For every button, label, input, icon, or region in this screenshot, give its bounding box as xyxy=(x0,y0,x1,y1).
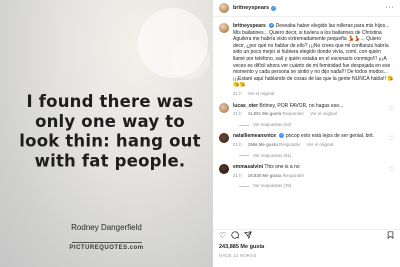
comment-time[interactable]: 21 h xyxy=(233,142,242,147)
header-username[interactable]: britneyspears xyxy=(233,5,269,12)
comment-time[interactable]: 21 h xyxy=(233,173,242,178)
heart-icon[interactable]: ♡ xyxy=(219,231,226,241)
view-replies[interactable]: Ver respuestas (61) xyxy=(239,153,400,160)
action-bar: ♡ xyxy=(213,229,400,242)
view-replies[interactable]: Ver respuestas (64) xyxy=(239,122,400,129)
comment: lucas_oter Britney, POR FAVOR, no hagas … xyxy=(213,98,400,118)
caption-time[interactable]: 21 h xyxy=(233,91,242,96)
view-replies-label[interactable]: Ver respuestas (64) xyxy=(253,122,291,129)
post-sidebar: britneyspears ✓ ··· britneyspears ✓ Dese… xyxy=(213,0,400,267)
comment-time[interactable]: 21 h xyxy=(233,111,242,116)
view-replies[interactable]: Ver respuestas (78) xyxy=(239,183,400,190)
comment-icon[interactable] xyxy=(231,230,240,242)
translation-link[interactable]: Ver el original xyxy=(248,91,275,96)
comment-text: pocop esto está lejos de ser genial, bri… xyxy=(285,133,374,140)
watermark: PICTUREQUOTES.com xyxy=(0,242,213,251)
likes-count[interactable]: 243,885 Me gusta xyxy=(219,244,264,251)
quote-line: look thin: hang out xyxy=(19,131,201,151)
caption-username[interactable]: britneyspears xyxy=(233,23,266,29)
avatar[interactable] xyxy=(219,164,229,175)
comment-likes[interactable]: 18.830 Me gusta xyxy=(248,173,282,178)
view-replies-label[interactable]: Ver respuestas (78) xyxy=(253,183,291,190)
comment-like-icon[interactable]: ♡ xyxy=(389,167,394,174)
quote-line: only one way to xyxy=(35,111,185,131)
comment: natalliemeansnice ✓ pocop esto está lejo… xyxy=(213,128,400,148)
bookmark-icon[interactable] xyxy=(387,230,394,242)
avatar[interactable] xyxy=(219,102,229,113)
avatar[interactable] xyxy=(219,133,229,144)
post-date[interactable]: HACE 21 HORAS xyxy=(219,253,256,260)
comment-likes[interactable]: 11.501 Me gusta xyxy=(248,111,281,116)
reply-button[interactable]: Responder xyxy=(283,173,304,178)
more-options-icon[interactable]: ··· xyxy=(386,4,395,12)
post-image: I found there was only one way to look t… xyxy=(0,0,213,267)
translation-link[interactable]: Ver el original xyxy=(307,142,334,147)
comment-username[interactable]: lucas_oter xyxy=(233,103,258,109)
quote-line: I found there was xyxy=(26,91,194,112)
verified-icon: ✓ xyxy=(269,23,275,29)
comments-list[interactable]: britneyspears ✓ Deseaba haber elegido la… xyxy=(213,18,400,228)
share-icon[interactable] xyxy=(244,230,252,242)
caption: britneyspears ✓ Deseaba haber elegido la… xyxy=(213,18,400,98)
verified-icon: ✓ xyxy=(279,133,285,139)
quote-line: with fat people. xyxy=(34,150,186,171)
verified-icon: ✓ xyxy=(271,5,277,11)
comment-username[interactable]: emmasalvini xyxy=(233,164,263,170)
caption-text: Deseaba haber elegido las rolleras para … xyxy=(233,23,394,89)
comment-username[interactable]: natalliemeansnice xyxy=(233,133,276,139)
quote-author: Rodney Dangerfield xyxy=(71,223,142,232)
comment-text: This one is a no xyxy=(264,164,300,171)
comment-text: Britney, POR FAVOR, no hagas eso... xyxy=(259,102,344,109)
instagram-post: I found there was only one way to look t… xyxy=(0,0,400,267)
reply-button[interactable]: Responder xyxy=(282,111,303,116)
comment: emmasalvini This one is a no 21 h 18.830… xyxy=(213,159,400,179)
quote-text: I found there was only one way to look t… xyxy=(8,91,212,170)
avatar[interactable] xyxy=(219,3,229,13)
watermark-text: PICTUREQUOTES.com xyxy=(69,245,144,251)
comment-likes[interactable]: 2566 Me gusta xyxy=(248,142,278,147)
view-replies-label[interactable]: Ver respuestas (61) xyxy=(253,153,291,160)
avatar[interactable] xyxy=(219,23,229,33)
comment-like-icon[interactable]: ♡ xyxy=(389,136,394,143)
comment-like-icon[interactable]: ♡ xyxy=(389,106,394,113)
post-header: britneyspears ✓ ··· xyxy=(213,0,400,17)
translation-link[interactable]: Ver el original xyxy=(310,111,337,116)
reply-button[interactable]: Responder xyxy=(279,142,300,147)
